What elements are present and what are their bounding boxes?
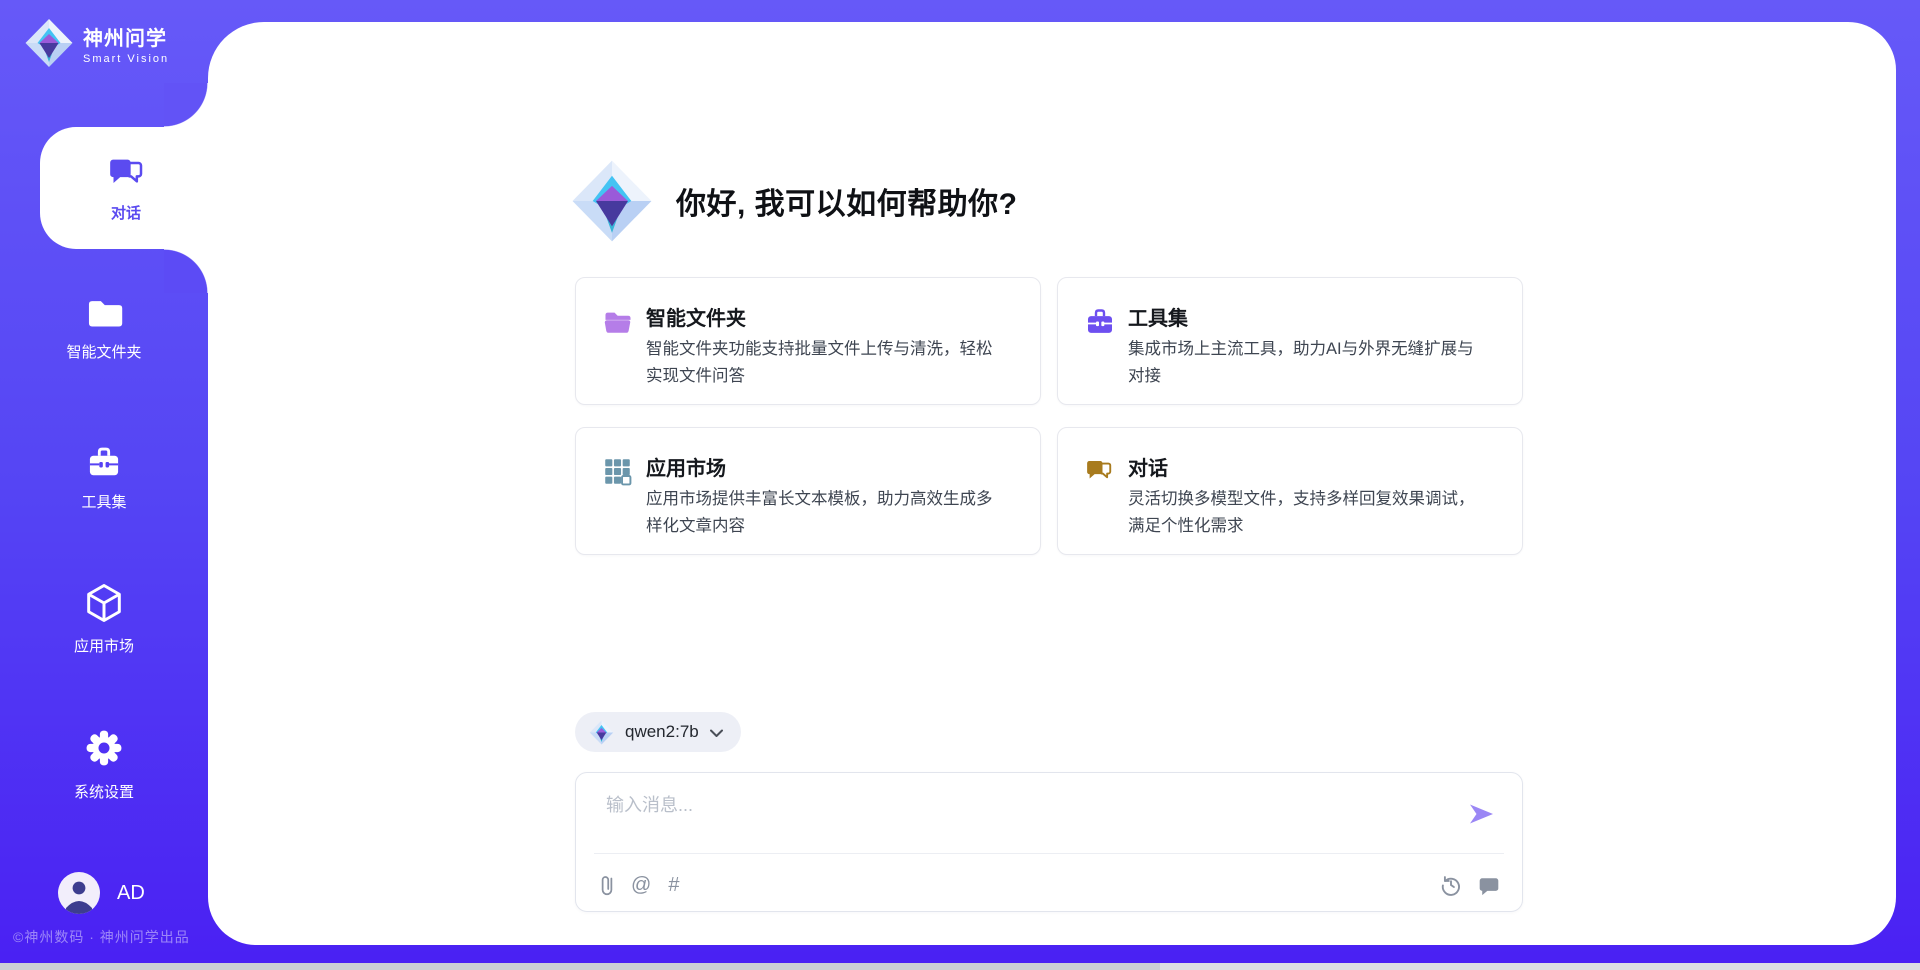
brand-name: 神州问学 [83,22,169,51]
composer: @ # [575,772,1523,912]
message-input[interactable] [606,791,1456,847]
message-icon [1478,874,1500,896]
chat-icon [106,153,146,193]
history-button[interactable] [1440,871,1462,899]
greeting-text: 你好, 我可以如何帮助你? [676,179,1018,223]
sidebar-item-label: 智能文件夹 [66,341,141,362]
composer-divider [594,853,1504,854]
toolbox-icon [85,444,123,480]
card-toolset[interactable]: 工具集 集成市场上主流工具，助力AI与外界无缝扩展与对接 [1057,277,1523,405]
topic-button[interactable]: # [668,871,679,899]
model-name: qwen2:7b [625,722,699,742]
card-title: 对话 [1128,452,1168,481]
card-title: 工具集 [1128,302,1188,331]
gear-icon [82,726,126,770]
card-app-market[interactable]: 应用市场 应用市场提供丰富长文本模板，助力高效生成多样化文章内容 [575,427,1041,555]
message-button[interactable] [1478,871,1500,899]
card-description: 智能文件夹功能支持批量文件上传与清洗，轻松实现文件问答 [646,336,998,389]
send-button[interactable] [1466,799,1496,829]
card-chat[interactable]: 对话 灵活切换多模型文件，支持多样回复效果调试，满足个性化需求 [1057,427,1523,555]
brand: 神州问学 Smart Vision [24,16,169,70]
user-label: AD [117,882,145,905]
history-icon [1440,874,1462,896]
card-title: 应用市场 [646,452,726,481]
greeting-diamond-logo [570,155,654,247]
folder-icon [85,296,123,330]
card-description: 集成市场上主流工具，助力AI与外界无缝扩展与对接 [1128,336,1480,389]
card-title: 智能文件夹 [646,302,746,331]
sidebar-footer: ©神州数码 · 神州问学出品 [13,927,190,947]
avatar [58,872,100,914]
folder-open-icon [602,306,634,338]
chevron-down-icon [710,729,723,738]
sidebar-item-label: 系统设置 [74,781,134,802]
horizontal-scrollbar-thumb[interactable] [0,963,1160,970]
model-diamond-logo [589,719,614,746]
composer-toolbar: @ # [600,867,1500,903]
brand-subtitle: Smart Vision [83,53,169,65]
sidebar-item-label: 应用市场 [74,635,134,656]
model-selector[interactable]: qwen2:7b [575,712,741,752]
sidebar-item-toolset[interactable]: 工具集 [0,444,208,512]
sidebar-tab-curve-bottom [164,249,208,293]
sidebar-tab-curve-top [164,83,208,127]
mention-button[interactable]: @ [631,871,651,899]
attach-button[interactable] [600,871,614,899]
sidebar-item-app-market[interactable]: 应用市场 [0,582,208,656]
sidebar-item-chat[interactable]: 对话 [40,127,212,249]
toolbox-icon [1084,306,1116,338]
brand-diamond-logo [24,16,74,70]
greeting: 你好, 我可以如何帮助你? [570,155,1018,247]
sidebar-item-smart-folder[interactable]: 智能文件夹 [0,296,208,362]
send-icon [1466,799,1496,829]
sidebar-item-label: 工具集 [81,491,126,512]
user-profile[interactable]: AD [58,872,145,914]
sidebar-item-settings[interactable]: 系统设置 [0,726,208,802]
grid-icon [602,456,634,488]
card-description: 应用市场提供丰富长文本模板，助力高效生成多样化文章内容 [646,486,998,539]
paperclip-icon [600,873,614,898]
cube-icon [83,582,125,624]
sidebar-item-label: 对话 [111,202,141,223]
card-description: 灵活切换多模型文件，支持多样回复效果调试，满足个性化需求 [1128,486,1480,539]
chat-icon [1084,456,1116,488]
card-smart-folder[interactable]: 智能文件夹 智能文件夹功能支持批量文件上传与清洗，轻松实现文件问答 [575,277,1041,405]
horizontal-scrollbar-track [0,963,1920,970]
